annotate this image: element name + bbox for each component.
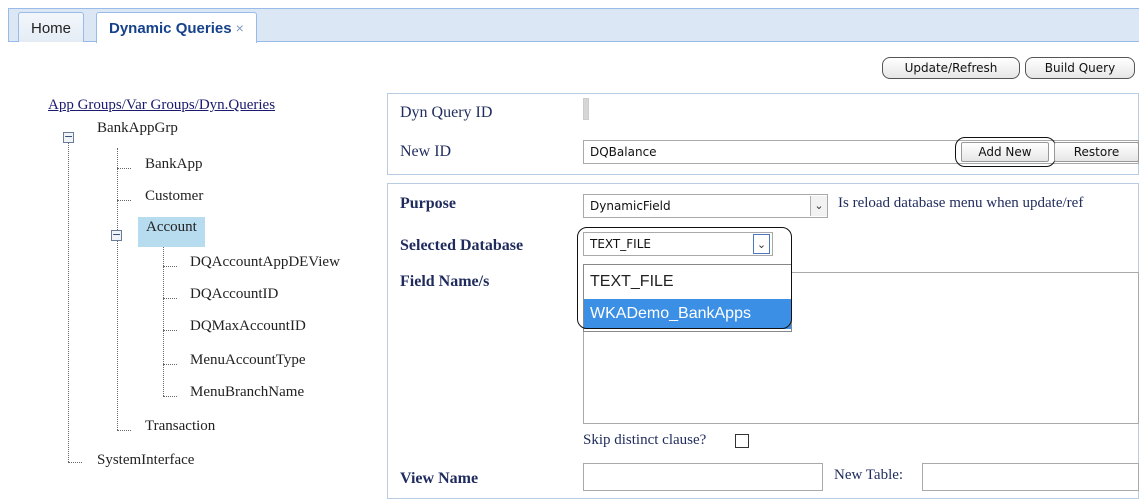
new-table-label: New Table: — [834, 467, 904, 483]
tree-node-dqaccountappdeview[interactable]: DQAccountAppDEView — [190, 254, 340, 271]
new-id-label: New ID — [400, 143, 452, 160]
purpose-select[interactable]: DynamicField — [583, 194, 828, 218]
field-names-label: Field Name/s — [400, 273, 490, 290]
tree-node-bankappgrp[interactable]: BankAppGrp — [97, 120, 178, 137]
tree-root-link[interactable]: App Groups/Var Groups/Dyn.Queries — [48, 97, 275, 114]
tree-line — [163, 298, 177, 299]
tree-line — [68, 462, 82, 463]
build-query-button[interactable]: Build Query — [1025, 57, 1135, 79]
tree-line — [163, 364, 177, 365]
highlight-callout — [955, 137, 1056, 167]
tree-line — [163, 266, 177, 267]
tab-home-label: Home — [31, 20, 72, 37]
dyn-query-id-label: Dyn Query ID — [400, 104, 493, 121]
tab-dynamic-queries[interactable]: Dynamic Queries × — [96, 12, 257, 43]
skip-distinct-checkbox[interactable] — [735, 434, 749, 448]
tree-line — [163, 246, 164, 396]
tree-line — [117, 148, 118, 430]
view-name-label: View Name — [400, 470, 479, 487]
tree-node-systeminterface[interactable]: SystemInterface — [97, 452, 194, 469]
purpose-label: Purpose — [400, 195, 456, 212]
dyn-query-id-field — [583, 98, 589, 120]
update-refresh-button[interactable]: Update/Refresh — [882, 57, 1020, 79]
tree-line — [117, 430, 131, 431]
highlight-callout — [577, 227, 792, 329]
tree-node-account[interactable]: Account — [138, 217, 205, 247]
tree-line — [117, 200, 131, 201]
tree-node-menubranchname[interactable]: MenuBranchName — [190, 384, 304, 401]
selected-database-label: Selected Database — [400, 237, 524, 254]
tab-home[interactable]: Home — [18, 12, 85, 42]
new-table-field[interactable] — [922, 463, 1139, 491]
tree-line — [163, 330, 177, 331]
tree-node-bankapp[interactable]: BankApp — [145, 156, 203, 173]
tab-dynamic-queries-label: Dynamic Queries — [109, 20, 232, 37]
tree-line — [68, 137, 69, 462]
close-icon[interactable]: × — [236, 20, 244, 36]
view-name-field[interactable] — [583, 463, 823, 491]
skip-distinct-label: Skip distinct clause? — [583, 432, 707, 448]
chevron-down-icon[interactable]: ⌄ — [810, 196, 827, 216]
tree-node-transaction[interactable]: Transaction — [145, 418, 215, 435]
tree-node-dqmaxaccountid[interactable]: DQMaxAccountID — [190, 318, 306, 335]
tree-node-menuaccounttype[interactable]: MenuAccountType — [190, 352, 306, 369]
minus-icon[interactable]: − — [63, 131, 74, 143]
tree-node-customer[interactable]: Customer — [145, 188, 203, 205]
tree-line — [117, 168, 131, 169]
tree-line — [163, 396, 177, 397]
tree-node-dqaccountid[interactable]: DQAccountID — [190, 286, 278, 303]
minus-icon[interactable]: − — [111, 229, 122, 241]
restore-button[interactable]: Restore — [1054, 142, 1139, 162]
reload-text: Is reload database menu when update/ref — [838, 195, 1084, 211]
